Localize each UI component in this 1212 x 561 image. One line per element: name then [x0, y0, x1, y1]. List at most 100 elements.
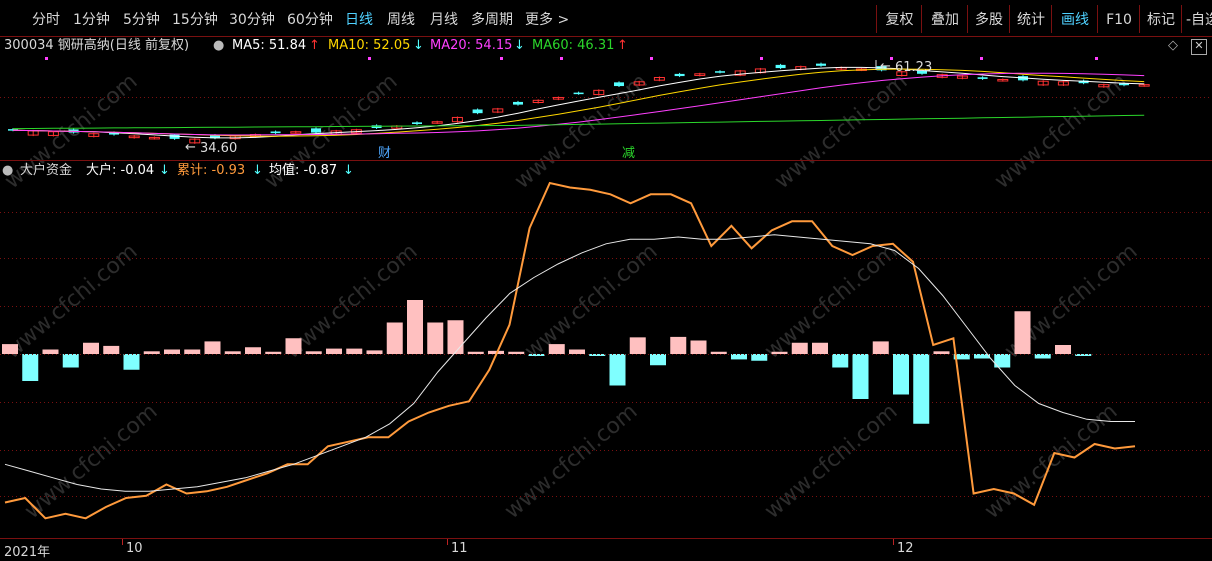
indicator-bar — [1014, 311, 1031, 354]
candle-body — [270, 131, 281, 134]
indicator-bar — [670, 336, 687, 354]
indicator-bar — [771, 351, 788, 354]
indicator-name: 大户资金 — [20, 163, 73, 178]
indicator-bar — [1055, 345, 1071, 354]
indicator-bar — [285, 338, 302, 354]
settings-circle-icon[interactable]: ● — [213, 36, 224, 56]
indicator-bar — [751, 354, 768, 361]
axis-tick — [122, 539, 123, 545]
ma20-line — [12, 72, 1145, 136]
diamond-icon[interactable]: ◇ — [1168, 36, 1178, 56]
event-dot — [760, 57, 763, 60]
high-arrow-icon: ← — [880, 59, 891, 74]
indicator-bar — [42, 349, 59, 354]
event-dot — [560, 57, 563, 60]
ma10-arrow: ↓ — [413, 38, 424, 53]
indicator-bar — [83, 342, 99, 354]
indicator-bar — [326, 348, 342, 354]
axis-tick — [447, 539, 448, 545]
ma10-value: MA10: 52.05 — [328, 38, 411, 53]
indicator-bar — [224, 351, 241, 354]
indicator-bar — [508, 351, 525, 354]
event-dot — [1095, 57, 1098, 60]
candle-body — [775, 64, 786, 69]
indicator-bar — [832, 354, 849, 368]
indicator-bar — [184, 349, 201, 354]
indicator-bar — [548, 344, 565, 354]
indicator-bar — [690, 340, 707, 354]
indicator-bar — [710, 351, 727, 354]
indicator-bar — [812, 342, 828, 354]
event-label-cai: 财 — [378, 146, 391, 161]
indicator-bar — [62, 354, 79, 368]
indicator-bar — [913, 354, 930, 424]
junzhi-value: 均值: -0.87 — [269, 163, 338, 178]
candle-body — [715, 71, 725, 73]
indicator-settings-icon[interactable]: ● — [2, 160, 13, 182]
dahu-value: 大户: -0.04 — [86, 163, 155, 178]
chart-canvas: ← 61.23 ← 34.60 财 减 — [0, 57, 1212, 520]
candle-body — [412, 122, 422, 125]
indicator-bar — [872, 341, 889, 354]
event-dot — [45, 57, 48, 60]
indicator-bar — [467, 351, 484, 354]
ma20-value: MA20: 54.15 — [430, 38, 513, 53]
indicator-bar — [609, 354, 626, 386]
indicator-bar — [305, 351, 322, 354]
indicator-bar — [427, 322, 444, 354]
indicator-bar — [569, 349, 585, 354]
indicator-bar — [407, 300, 423, 354]
indicator-bar — [386, 322, 403, 354]
axis-label-dec: 12 — [897, 541, 914, 556]
indicator-bar — [852, 354, 869, 399]
candle-body — [311, 128, 321, 133]
date-axis: 2021年 10 11 12 — [0, 538, 1212, 561]
event-dot — [980, 57, 983, 60]
ma60-value: MA60: 46.31 — [532, 38, 615, 53]
low-price-label: 34.60 — [200, 141, 237, 156]
candle-body — [614, 82, 624, 87]
ma5-value: MA5: 51.84 — [232, 38, 307, 53]
indicator-bar — [791, 342, 808, 354]
indicator-bar — [2, 344, 18, 354]
indicator-bar — [265, 351, 282, 354]
high-price-label: 61.23 — [895, 60, 932, 75]
ma20-arrow: ↓ — [514, 38, 525, 53]
leiji-value: 累计: -0.93 — [177, 163, 246, 178]
indicator-bar — [22, 354, 39, 381]
axis-tick — [893, 539, 894, 545]
indicator-bar — [447, 320, 464, 354]
indicator-bar — [933, 351, 950, 354]
indicator-bar — [204, 341, 221, 354]
stock-title: 300034 钢研高纳(日线 前复权) — [4, 38, 190, 53]
candle-body — [573, 92, 584, 95]
axis-label-nov: 11 — [451, 541, 468, 556]
indicator-bar — [893, 354, 909, 395]
axis-label-oct: 10 — [126, 541, 143, 556]
indicator-bar — [245, 347, 261, 354]
candle-body — [674, 73, 685, 77]
indicator-bar — [164, 349, 180, 354]
candle-body — [977, 77, 988, 79]
event-dot — [368, 57, 371, 60]
indicator-bar — [366, 350, 383, 354]
event-label-jian: 减 — [622, 146, 635, 161]
candle-body — [816, 63, 826, 66]
candle-body — [472, 109, 483, 114]
candle-body — [513, 101, 523, 105]
indicator-bar — [103, 345, 120, 354]
ma60-arrow: ↑ — [617, 38, 628, 53]
leiji-arrow: ↓ — [252, 163, 263, 178]
average-line — [4, 234, 1135, 492]
indicator-bar — [629, 337, 646, 354]
dahu-arrow: ↓ — [159, 163, 170, 178]
low-arrow-icon: ← — [185, 140, 196, 155]
axis-label-year: 2021年 — [4, 545, 51, 560]
indicator-bar — [650, 354, 666, 366]
indicator-bar — [346, 348, 363, 354]
close-icon[interactable]: ✕ — [1191, 39, 1207, 55]
ma10-line — [12, 68, 1145, 137]
indicator-bar — [123, 354, 140, 370]
ma5-arrow: ↑ — [309, 38, 320, 53]
indicator-bar — [589, 354, 606, 356]
